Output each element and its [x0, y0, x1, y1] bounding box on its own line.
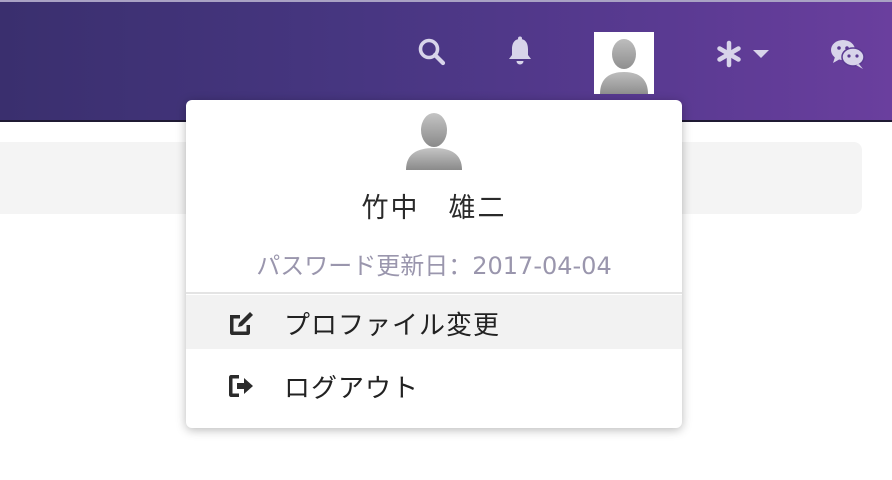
wechat-button[interactable]: [826, 32, 870, 76]
logout-label: ログアウト: [284, 374, 420, 404]
sign-out-icon: [229, 375, 253, 397]
password-updated-date: パスワード更新日：2017-04-04: [256, 252, 612, 280]
search-button[interactable]: [412, 32, 452, 72]
wechat-icon: [831, 40, 865, 69]
caret-down-icon: [753, 50, 769, 58]
bell-icon: [509, 36, 531, 65]
user-avatar-icon: [600, 39, 648, 94]
profile-edit-menu-item[interactable]: プロファイル変更: [186, 295, 682, 349]
profile-edit-label: プロファイル変更: [284, 311, 501, 341]
settings-dropdown-button[interactable]: [710, 34, 774, 74]
user-menu-dropdown: 竹中 雄二 パスワード更新日：2017-04-04 プロファイル変更 ログアウト: [186, 100, 682, 428]
user-name: 竹中 雄二: [361, 193, 507, 224]
user-avatar-icon: [406, 113, 462, 170]
asterisk-icon: [717, 40, 741, 68]
menu-divider: [186, 292, 682, 294]
notifications-button[interactable]: [500, 32, 540, 72]
logout-menu-item[interactable]: ログアウト: [186, 358, 682, 412]
search-icon: [418, 38, 446, 66]
edit-icon: [230, 312, 253, 335]
user-avatar-button[interactable]: [594, 32, 654, 94]
